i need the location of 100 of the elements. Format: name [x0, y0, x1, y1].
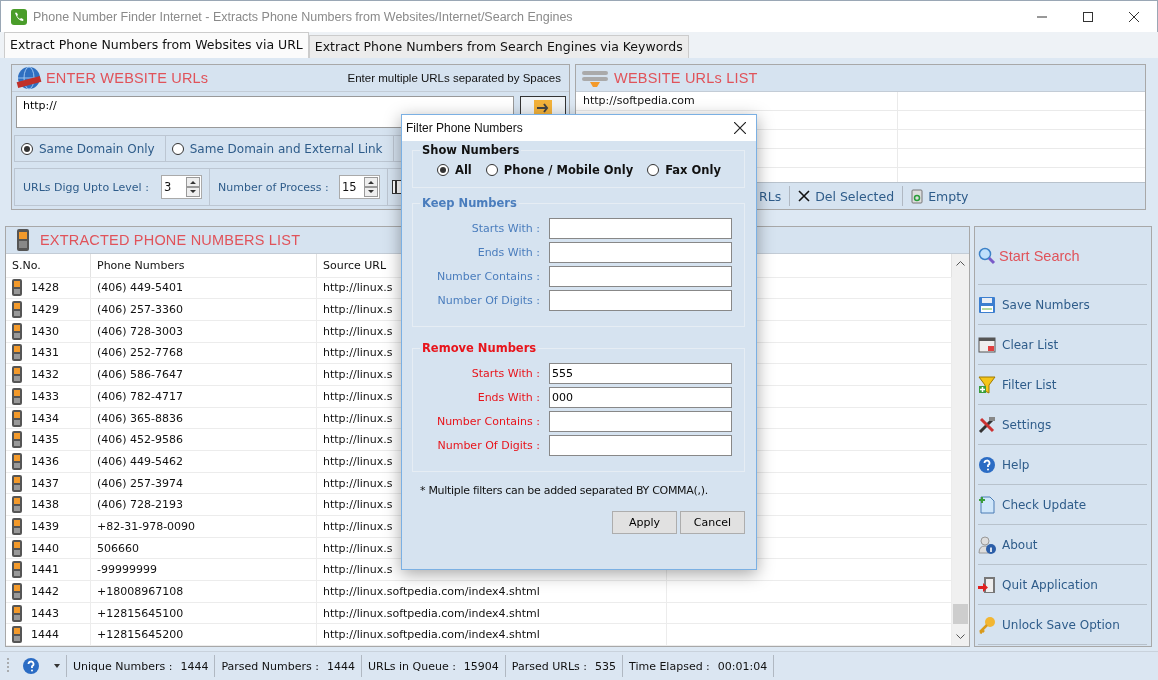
column-header[interactable]: S.No. [6, 254, 91, 277]
cross-icon [798, 190, 811, 202]
mobile-phone-icon [12, 452, 22, 470]
toolbar-button[interactable]: Empty [911, 188, 969, 204]
status-value: 15904 [463, 659, 499, 673]
field-label: Ends With : [477, 245, 540, 259]
status-value: 1444 [180, 659, 209, 673]
table-cell: http://linux.softpedia.com/index4.shtml [317, 581, 667, 602]
table-cell: (406) 782-4717 [91, 386, 317, 407]
setting-label: URLs Digg Upto Level : [23, 180, 149, 194]
status-label: Parsed Numbers : [221, 659, 319, 673]
table-cell: http://linux.softpedia.com/index4.shtml [317, 602, 667, 624]
status-label: Parsed URLs : [511, 659, 587, 673]
action-button[interactable]: Settings [978, 405, 1147, 445]
input-field[interactable] [549, 434, 732, 456]
table-cell: http://linux.softpedia.com/index4.shtml [317, 624, 667, 646]
input-field[interactable] [549, 241, 732, 263]
mobile-phone-icon [12, 387, 22, 405]
serial-number: 1442 [31, 584, 59, 598]
scroll-up-icon [956, 260, 965, 266]
action-button[interactable]: Save Numbers [978, 285, 1147, 325]
input-field[interactable] [549, 265, 732, 287]
spin-arrows-icon [364, 177, 378, 198]
table-cell: +12815645100 [91, 602, 317, 624]
action-button[interactable]: Unlock Save Option [978, 605, 1147, 645]
user-info-icon [978, 535, 996, 554]
table-cell: (406) 257-3360 [91, 299, 317, 320]
status-label: Unique Numbers : [73, 659, 173, 673]
serial-number: 1432 [31, 368, 59, 382]
input-field[interactable] [549, 289, 732, 311]
action-button[interactable]: Clear List [978, 325, 1147, 365]
radio-option[interactable]: Same Domain and External Link [165, 136, 394, 162]
mobile-phone-icon [12, 561, 22, 579]
field-label: Number Of Digits : [437, 438, 540, 452]
mobile-phone-icon [16, 229, 30, 251]
radio-option[interactable]: Phone / Mobile Only [485, 163, 634, 177]
toolbar-button[interactable]: RLs [759, 188, 782, 204]
bin-icon [911, 188, 924, 204]
scroll-thumb[interactable] [953, 604, 968, 624]
serial-number: 1433 [31, 389, 59, 403]
maximize-icon [1083, 11, 1093, 22]
column-header[interactable]: Phone Numbers [91, 254, 317, 277]
status-value: 00:01:04 [717, 659, 768, 673]
table-cell: (406) 586-7647 [91, 364, 317, 385]
scroll-down-icon [956, 634, 965, 640]
table-cell: +12815645200 [91, 624, 317, 646]
dialog-button[interactable]: Apply [612, 511, 677, 534]
field-label: Starts With : [471, 221, 540, 235]
group-title: Keep Numbers [421, 196, 518, 210]
toolbar-button[interactable]: Del Selected [798, 188, 895, 204]
help-icon [22, 657, 40, 675]
serial-number: 1441 [31, 563, 59, 577]
funnel-icon [978, 375, 996, 394]
mobile-phone-icon [12, 604, 22, 622]
input-field[interactable]: 555 [549, 362, 732, 384]
table-cell: (406) 728-3003 [91, 321, 317, 342]
tab[interactable]: Extract Phone Numbers from Search Engines via Keywords [308, 35, 689, 58]
action-button[interactable]: Help [978, 445, 1147, 485]
mobile-phone-icon [12, 474, 22, 492]
caret-icon [54, 664, 60, 668]
phone-app-icon [11, 8, 27, 25]
serial-number: 1430 [31, 324, 59, 338]
serial-number: 1428 [31, 281, 59, 295]
action-button[interactable]: About [978, 525, 1147, 565]
serial-number: 1439 [31, 519, 59, 533]
radio-option[interactable]: Same Domain Only [15, 136, 166, 162]
number-spinner[interactable]: 3 [161, 175, 202, 200]
mobile-phone-icon [12, 431, 22, 449]
arrow-icon [534, 100, 552, 114]
number-spinner[interactable]: 15 [339, 175, 380, 200]
field-label: Ends With : [477, 390, 540, 404]
table-cell: 506660 [91, 537, 317, 559]
serial-number: 1438 [31, 498, 59, 512]
status-label: Time Elapsed : [629, 659, 710, 673]
status-value: 1444 [326, 659, 355, 673]
action-button[interactable]: Filter List [978, 365, 1147, 405]
close-icon [734, 122, 746, 134]
input-field[interactable] [549, 410, 732, 432]
radio-option[interactable]: Fax Only [647, 163, 721, 177]
spin-arrows-icon [186, 177, 200, 198]
action-button[interactable]: Start Search [978, 227, 1147, 285]
tab[interactable]: Extract Phone Numbers from Websites via URL [4, 32, 309, 58]
setting-label: Number of Process : [218, 180, 329, 194]
input-field[interactable] [549, 217, 732, 239]
input-field[interactable]: 000 [549, 386, 732, 408]
action-button[interactable]: Quit Application [978, 565, 1147, 605]
serial-number: 1429 [31, 303, 59, 317]
serial-number: 1434 [31, 411, 59, 425]
scrollbar[interactable] [952, 254, 969, 646]
close-icon [1129, 11, 1139, 22]
group-title: Remove Numbers [421, 341, 538, 355]
panel-title: WEBSITE URLs LIST [614, 70, 758, 86]
radio-option[interactable]: All [437, 163, 472, 177]
table-cell: (406) 252-7768 [91, 342, 317, 364]
mobile-phone-icon [12, 322, 22, 340]
url-cell: http://softpedia.com [576, 92, 898, 110]
status-value: 535 [595, 659, 616, 673]
action-button[interactable]: Check Update [978, 485, 1147, 525]
door-icon [978, 575, 996, 594]
dialog-button[interactable]: Cancel [680, 511, 745, 534]
